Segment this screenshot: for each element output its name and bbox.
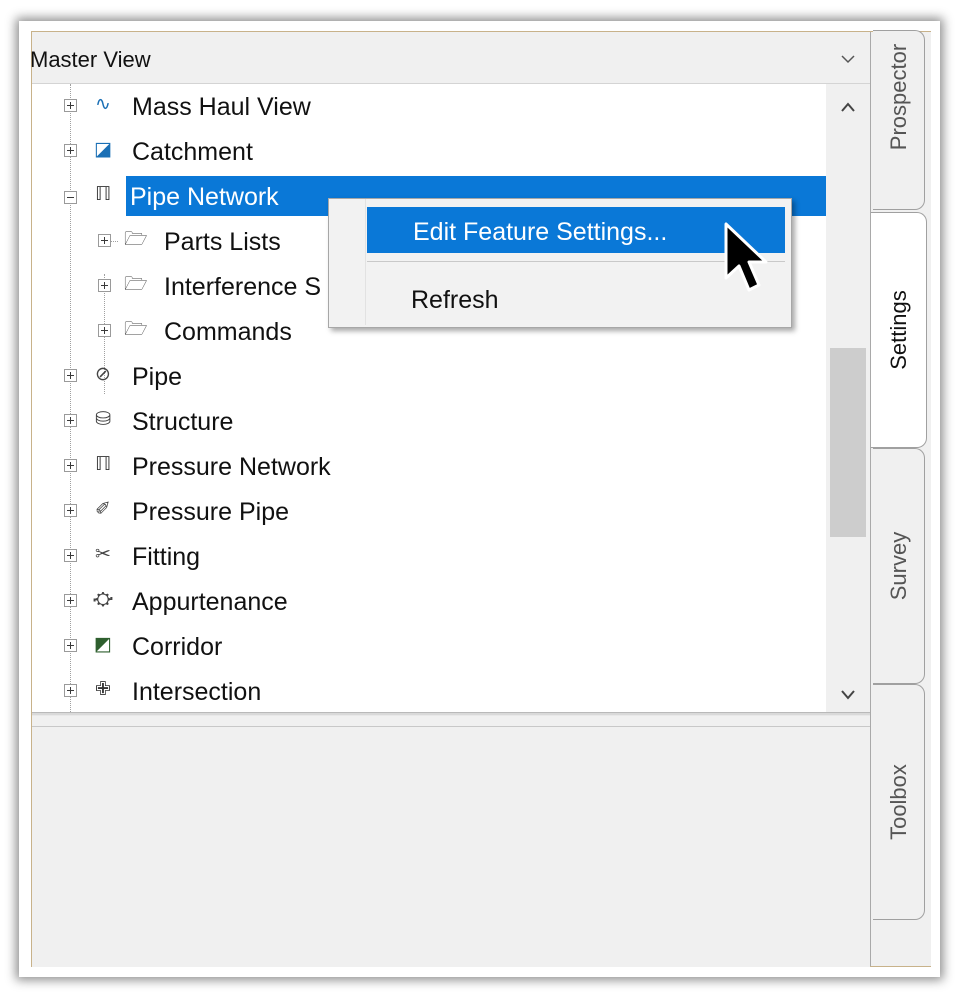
tree-item-corridor[interactable]: ◩ Corridor	[32, 624, 826, 669]
tab-survey[interactable]: Survey	[873, 448, 925, 684]
tree-item-pressure-pipe[interactable]: ✐ Pressure Pipe	[32, 489, 826, 534]
tree-item-structure[interactable]: ⛁ Structure	[32, 399, 826, 444]
mass-haul-view-icon: ∿	[95, 94, 111, 115]
tree-item-label: Catchment	[132, 138, 253, 166]
folder-open-icon: 🗁	[124, 229, 148, 250]
tree-item-pressure-network[interactable]: ℿ Pressure Network	[32, 444, 826, 489]
tree-item-pipe[interactable]: ⊘ Pipe	[32, 354, 826, 399]
tree-item-mass-haul-view[interactable]: ∿ Mass Haul View	[32, 84, 826, 129]
tab-label: Settings	[885, 290, 911, 370]
intersection-icon: ✙	[95, 679, 111, 700]
tree-scrollbar[interactable]	[826, 84, 870, 712]
view-selector-value: Master View	[30, 47, 151, 72]
toolspace-panel: Master View ∿ Mass Haul View ◪ Catchment…	[30, 30, 931, 967]
menu-item-label: Edit Feature Settings...	[413, 218, 668, 246]
structure-icon: ⛁	[95, 409, 111, 430]
view-selector-dropdown[interactable]: Master View	[30, 39, 870, 84]
tree-item-label: Pressure Network	[132, 453, 331, 481]
mouse-pointer-icon	[724, 222, 768, 292]
settings-tree[interactable]: ∿ Mass Haul View ◪ Catchment ℿ Pipe Netw…	[32, 84, 826, 712]
expand-icon[interactable]	[98, 324, 111, 337]
corridor-icon: ◩	[94, 634, 112, 655]
tab-label: Prospector	[885, 43, 911, 151]
scroll-up-icon[interactable]	[838, 100, 858, 114]
menu-icon-gutter	[329, 199, 366, 325]
tab-label: Toolbox	[885, 764, 911, 840]
folder-open-icon: 🗁	[124, 319, 148, 340]
tab-toolbox[interactable]: Toolbox	[873, 684, 925, 920]
tree-item-label: Pressure Pipe	[132, 498, 290, 526]
tree-item-intersection[interactable]: ✙ Intersection	[32, 669, 826, 712]
side-tab-strip: Prospector Settings Survey Toolbox	[870, 30, 931, 966]
expand-icon[interactable]	[64, 549, 77, 562]
scrollbar-thumb[interactable]	[830, 348, 866, 537]
tab-label: Survey	[885, 531, 911, 601]
chevron-down-icon[interactable]	[838, 49, 858, 69]
tree-item-label: Parts Lists	[164, 228, 281, 256]
expand-icon[interactable]	[64, 369, 77, 382]
expand-icon[interactable]	[64, 504, 77, 517]
pipe-network-icon: ℿ	[94, 184, 112, 205]
expand-icon[interactable]	[64, 144, 77, 157]
tree-item-label: Appurtenance	[132, 588, 288, 616]
tree-item-label: Structure	[132, 408, 234, 436]
expand-icon[interactable]	[98, 234, 111, 247]
tree-item-label: Pipe	[132, 363, 183, 391]
toolspace-window: Master View ∿ Mass Haul View ◪ Catchment…	[19, 21, 940, 977]
tab-settings[interactable]: Settings	[871, 212, 927, 448]
tree-item-catchment[interactable]: ◪ Catchment	[32, 129, 826, 174]
pressure-network-icon: ℿ	[94, 454, 112, 475]
tree-item-label: Pipe Network	[130, 183, 279, 211]
scroll-down-icon[interactable]	[838, 688, 858, 702]
tab-prospector[interactable]: Prospector	[873, 30, 925, 210]
tree-item-label: Fitting	[132, 543, 201, 571]
pane-splitter[interactable]	[32, 712, 870, 716]
expand-icon[interactable]	[64, 684, 77, 697]
collapse-icon[interactable]	[64, 191, 77, 204]
tree-item-fitting[interactable]: ✂ Fitting	[32, 534, 826, 579]
tree-item-label: Commands	[164, 318, 292, 346]
folder-open-icon: 🗁	[124, 274, 148, 295]
catchment-icon: ◪	[94, 139, 112, 160]
expand-icon[interactable]	[64, 99, 77, 112]
expand-icon[interactable]	[64, 414, 77, 427]
expand-icon[interactable]	[64, 459, 77, 472]
fitting-icon: ✂	[95, 544, 111, 565]
tree-item-appurtenance[interactable]: ⛮ Appurtenance	[32, 579, 826, 624]
item-view-pane	[32, 726, 870, 967]
pressure-pipe-icon: ✐	[95, 499, 111, 520]
tree-item-label: Mass Haul View	[132, 93, 311, 121]
tree-item-label: Interference S	[164, 273, 322, 301]
pipe-icon: ⊘	[95, 364, 111, 385]
appurtenance-icon: ⛮	[93, 589, 113, 610]
expand-icon[interactable]	[64, 639, 77, 652]
expand-icon[interactable]	[98, 279, 111, 292]
tree-item-label: Intersection	[132, 678, 262, 706]
expand-icon[interactable]	[64, 594, 77, 607]
tree-item-label: Corridor	[132, 633, 223, 661]
menu-item-label: Refresh	[411, 286, 499, 314]
